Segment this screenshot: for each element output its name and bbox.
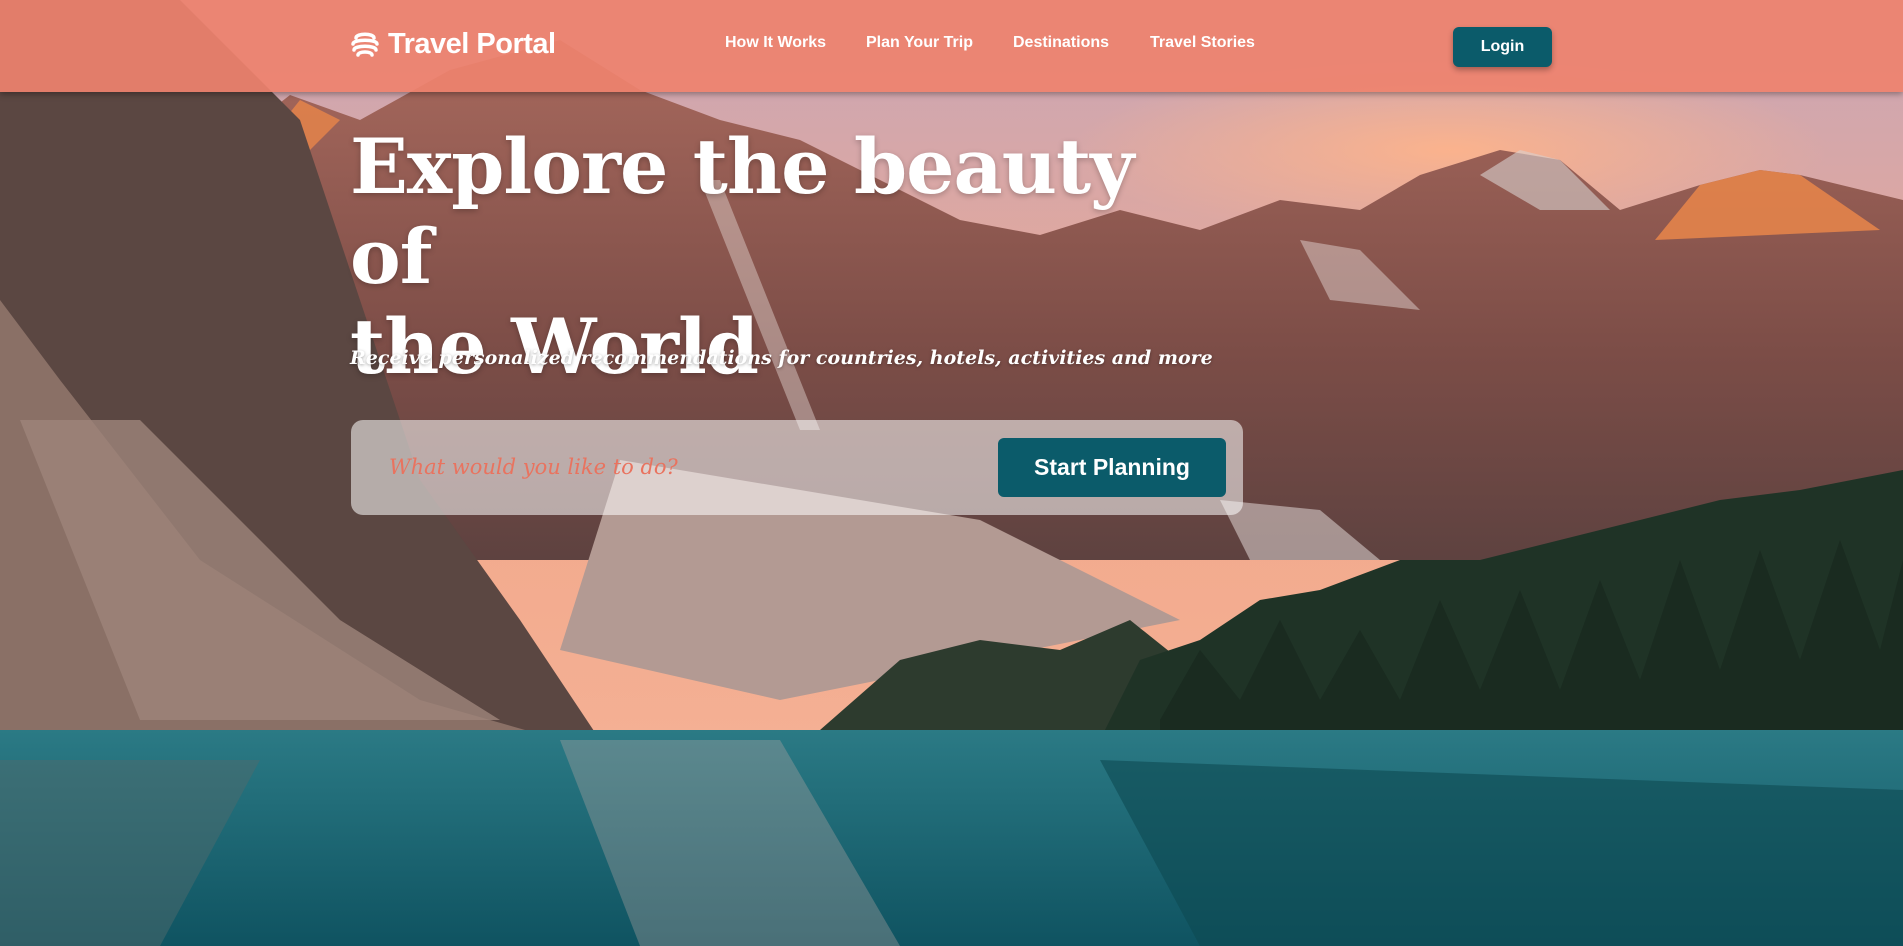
hero-headline-line-1: Explore the beauty of	[350, 122, 1134, 301]
nav-link-destinations[interactable]: Destinations	[1013, 34, 1109, 52]
brand-name: Travel Portal	[388, 27, 556, 60]
hero-subheadline: Receive personalized recommendations for…	[350, 347, 1213, 369]
start-planning-button[interactable]: Start Planning	[998, 438, 1226, 497]
brand-logo-link[interactable]: Travel Portal	[350, 24, 556, 64]
trip-search-input[interactable]	[389, 444, 969, 490]
trip-search-panel: Start Planning	[351, 420, 1243, 515]
globe-stack-icon	[351, 32, 379, 57]
top-navigation-bar: Travel Portal How It Works Plan Your Tri…	[0, 0, 1903, 92]
nav-link-how-it-works[interactable]: How It Works	[725, 34, 826, 52]
login-button[interactable]: Login	[1453, 27, 1552, 67]
nav-link-plan-your-trip[interactable]: Plan Your Trip	[866, 34, 973, 52]
nav-link-travel-stories[interactable]: Travel Stories	[1150, 34, 1255, 52]
